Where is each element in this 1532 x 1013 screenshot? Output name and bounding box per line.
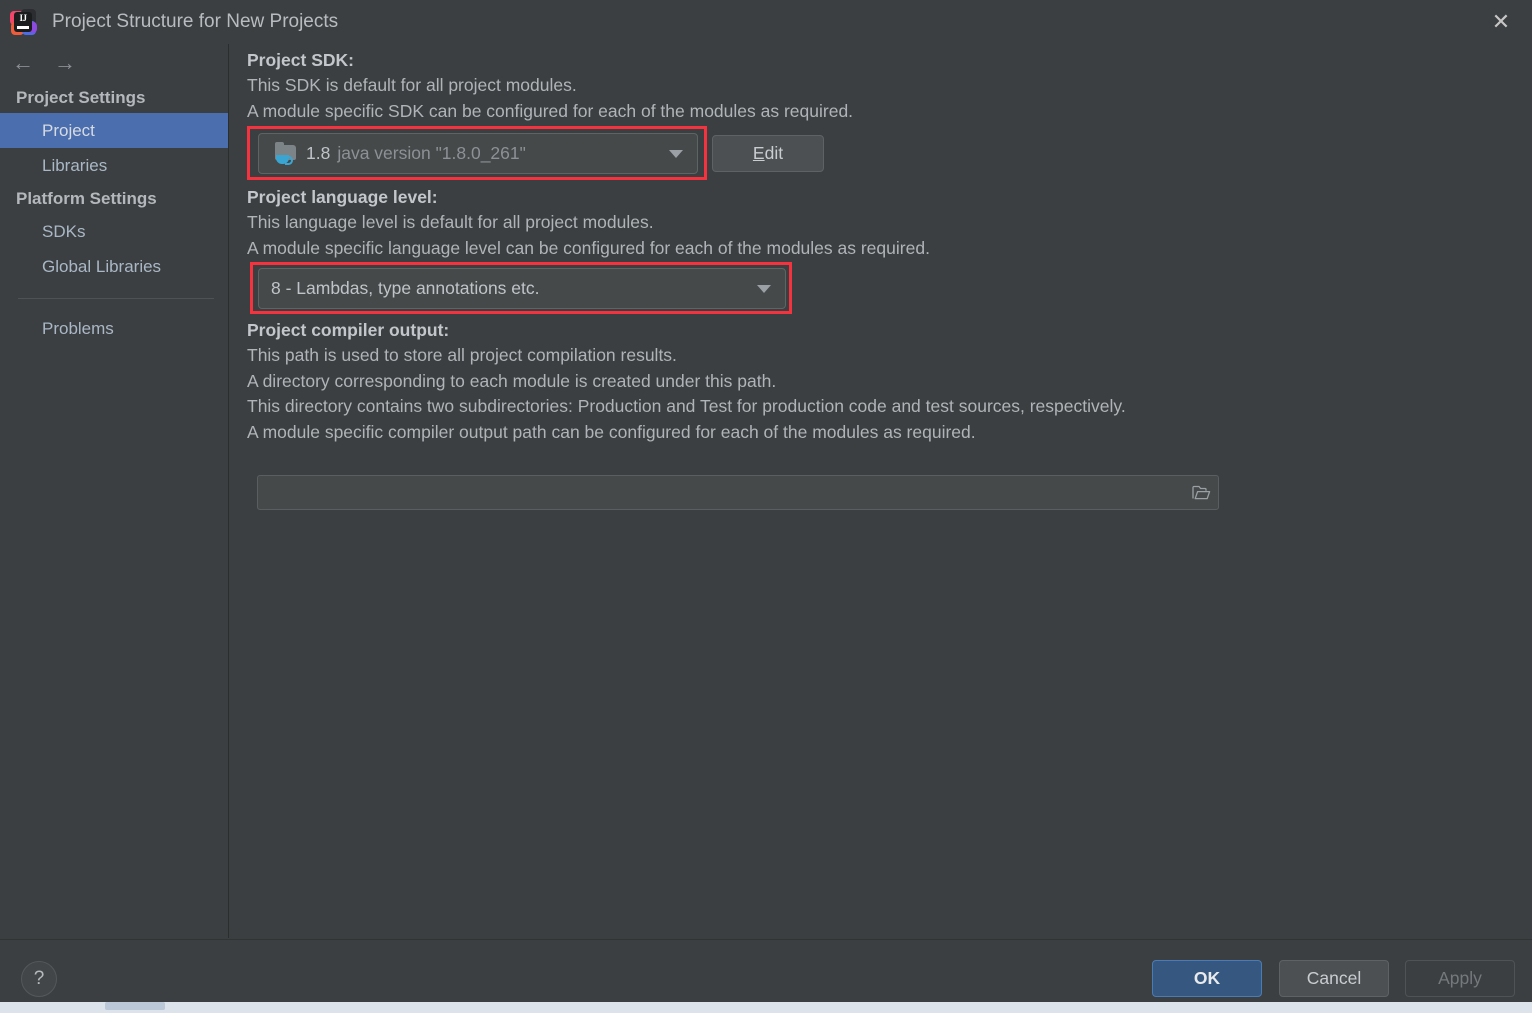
sidebar-item-problems[interactable]: Problems: [0, 311, 228, 346]
project-sdk-heading: Project SDK:: [247, 50, 354, 70]
chevron-down-icon: [757, 284, 771, 293]
logo-letters: IJ: [14, 12, 32, 32]
sidebar-item-project[interactable]: Project: [0, 113, 228, 148]
background-window-artifact: [105, 1002, 165, 1010]
edit-button-label: Edit: [752, 143, 784, 163]
close-icon[interactable]: ✕: [1484, 6, 1518, 38]
dialog-footer: ? OK Cancel Apply: [0, 939, 1532, 1002]
intellij-idea-logo-icon: IJ: [10, 9, 37, 35]
compiler-output-description-4: A module specific compiler output path c…: [247, 421, 976, 442]
apply-button: Apply: [1405, 960, 1515, 997]
sidebar-navigation: ← →: [0, 44, 228, 82]
language-level-value: 8 - Lambdas, type annotations etc.: [271, 278, 540, 298]
cancel-button[interactable]: Cancel: [1279, 960, 1389, 997]
language-level-heading: Project language level:: [247, 187, 438, 207]
settings-sidebar: ← → Project Settings Project Libraries P…: [0, 44, 229, 938]
language-level-dropdown[interactable]: 8 - Lambdas, type annotations etc.: [258, 268, 786, 309]
language-level-description-2: A module specific language level can be …: [247, 237, 930, 258]
title-bar: IJ Project Structure for New Projects ✕: [0, 0, 1532, 44]
sidebar-group-project-settings: Project Settings: [16, 88, 146, 107]
chevron-down-icon: [669, 149, 683, 158]
sidebar-divider: [18, 298, 214, 299]
ok-button[interactable]: OK: [1152, 960, 1262, 997]
compiler-output-path-field[interactable]: [257, 475, 1219, 510]
back-arrow-icon[interactable]: ←: [12, 52, 34, 74]
java-sdk-folder-icon: [275, 142, 297, 165]
project-sdk-description-2: A module specific SDK can be configured …: [247, 100, 854, 121]
logo-underline: [17, 26, 29, 29]
compiler-output-description-3: This directory contains two subdirectori…: [247, 396, 1126, 416]
language-level-description-1: This language level is default for all p…: [247, 212, 654, 232]
window-title: Project Structure for New Projects: [52, 11, 339, 32]
compiler-output-heading: Project compiler output:: [247, 320, 450, 340]
compiler-output-description-2: A directory corresponding to each module…: [247, 370, 777, 391]
project-sdk-description-1: This SDK is default for all project modu…: [247, 75, 577, 95]
sidebar-item-sdks[interactable]: SDKs: [0, 214, 228, 249]
edit-sdk-button[interactable]: Edit: [712, 135, 824, 172]
project-sdk-version-detail: java version "1.8.0_261": [337, 143, 526, 163]
sidebar-item-libraries[interactable]: Libraries: [0, 148, 228, 183]
project-structure-dialog: IJ Project Structure for New Projects ✕ …: [0, 0, 1532, 1002]
sidebar-group-platform-settings: Platform Settings: [16, 189, 157, 208]
project-sdk-value: 1.8: [306, 143, 331, 163]
folder-open-icon[interactable]: [1184, 476, 1218, 509]
project-sdk-dropdown[interactable]: 1.8 java version "1.8.0_261": [258, 133, 698, 174]
forward-arrow-icon[interactable]: →: [54, 52, 76, 74]
sidebar-item-global-libraries[interactable]: Global Libraries: [0, 249, 228, 284]
help-button[interactable]: ?: [21, 961, 57, 997]
compiler-output-description-1: This path is used to store all project c…: [247, 345, 677, 365]
background-window-strip: [0, 1002, 1532, 1013]
